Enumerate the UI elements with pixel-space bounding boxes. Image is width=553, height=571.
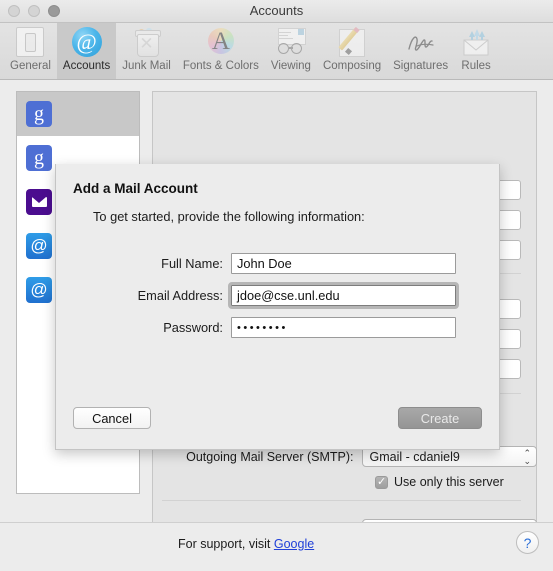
divider bbox=[162, 500, 521, 501]
toolbar-item-viewing[interactable]: Viewing bbox=[265, 23, 317, 79]
signature-icon bbox=[405, 26, 437, 58]
title-bar: Accounts bbox=[0, 0, 553, 23]
add-mail-account-dialog: Add a Mail Account To get started, provi… bbox=[55, 164, 500, 450]
envelope-account-icon bbox=[26, 189, 52, 215]
toolbar-label: Composing bbox=[322, 60, 382, 72]
general-icon bbox=[14, 26, 46, 58]
footer: For support, visit Google ? bbox=[0, 522, 553, 571]
support-link[interactable]: Google bbox=[274, 537, 314, 551]
smtp-value: Gmail - cdaniel9 bbox=[369, 449, 460, 464]
password-input[interactable]: •••••••• bbox=[231, 317, 456, 338]
toolbar-item-fonts-colors[interactable]: A Fonts & Colors bbox=[177, 23, 265, 79]
use-only-label: Use only this server bbox=[394, 475, 504, 489]
email-address-input[interactable]: jdoe@cse.unl.edu bbox=[228, 282, 459, 309]
at-sign-icon: @ bbox=[71, 26, 103, 58]
toolbar-item-rules[interactable]: Rules bbox=[454, 23, 498, 79]
toolbar-item-accounts[interactable]: @ Accounts bbox=[56, 23, 117, 79]
google-account-icon: g bbox=[26, 145, 52, 171]
content-area: Outgoing Mail Server (SMTP): Gmail - cda… bbox=[0, 80, 553, 571]
google-account-icon: g bbox=[26, 101, 52, 127]
toolbar-label: Rules bbox=[461, 60, 491, 72]
toolbar-item-general[interactable]: General bbox=[4, 23, 57, 79]
toolbar-label: Accounts bbox=[62, 60, 111, 72]
preferences-window: Accounts General @ Accounts ✕ Junk Mail … bbox=[0, 0, 553, 571]
toolbar-label: Viewing bbox=[270, 60, 311, 72]
at-account-icon: @ bbox=[26, 277, 52, 303]
envelope-arrows-icon bbox=[460, 26, 492, 58]
use-only-this-server-checkbox[interactable]: Use only this server bbox=[375, 475, 504, 489]
at-account-icon: @ bbox=[26, 233, 52, 259]
toolbar-label: General bbox=[10, 60, 51, 72]
help-button[interactable]: ? bbox=[516, 531, 539, 554]
full-name-label: Full Name: bbox=[161, 256, 223, 271]
cancel-button[interactable]: Cancel bbox=[73, 407, 151, 429]
preferences-toolbar: General @ Accounts ✕ Junk Mail A Fonts &… bbox=[0, 23, 553, 80]
create-button: Create bbox=[398, 407, 482, 429]
password-row: Password: •••••••• bbox=[56, 317, 456, 338]
checkbox-icon bbox=[375, 475, 388, 489]
font-colors-icon: A bbox=[205, 26, 237, 58]
toolbar-item-junk-mail[interactable]: ✕ Junk Mail bbox=[116, 23, 177, 79]
password-label: Password: bbox=[163, 320, 223, 335]
full-name-row: Full Name: John Doe bbox=[56, 253, 456, 274]
trash-can-icon: ✕ bbox=[131, 26, 163, 58]
smtp-label: Outgoing Mail Server (SMTP): bbox=[186, 449, 354, 464]
dialog-subtitle: To get started, provide the following in… bbox=[93, 209, 365, 224]
toolbar-item-signatures[interactable]: Signatures bbox=[387, 23, 454, 79]
email-address-label: Email Address: bbox=[137, 288, 223, 303]
support-prefix: For support, visit bbox=[178, 537, 274, 551]
support-text: For support, visit Google bbox=[178, 537, 314, 551]
toolbar-label: Fonts & Colors bbox=[182, 60, 259, 72]
glasses-icon bbox=[275, 26, 307, 58]
window-title: Accounts bbox=[249, 3, 304, 18]
chevron-updown-icon: ⌃⌄ bbox=[523, 447, 531, 466]
email-address-row: Email Address: jdoe@cse.unl.edu bbox=[56, 282, 459, 309]
pencil-pad-icon bbox=[336, 26, 368, 58]
toolbar-label: Junk Mail bbox=[122, 60, 171, 72]
dialog-title: Add a Mail Account bbox=[73, 181, 198, 196]
full-name-input[interactable]: John Doe bbox=[231, 253, 456, 274]
account-list-item[interactable]: g bbox=[17, 92, 139, 136]
toolbar-label: Signatures bbox=[393, 60, 449, 72]
toolbar-item-composing[interactable]: Composing bbox=[317, 23, 387, 79]
